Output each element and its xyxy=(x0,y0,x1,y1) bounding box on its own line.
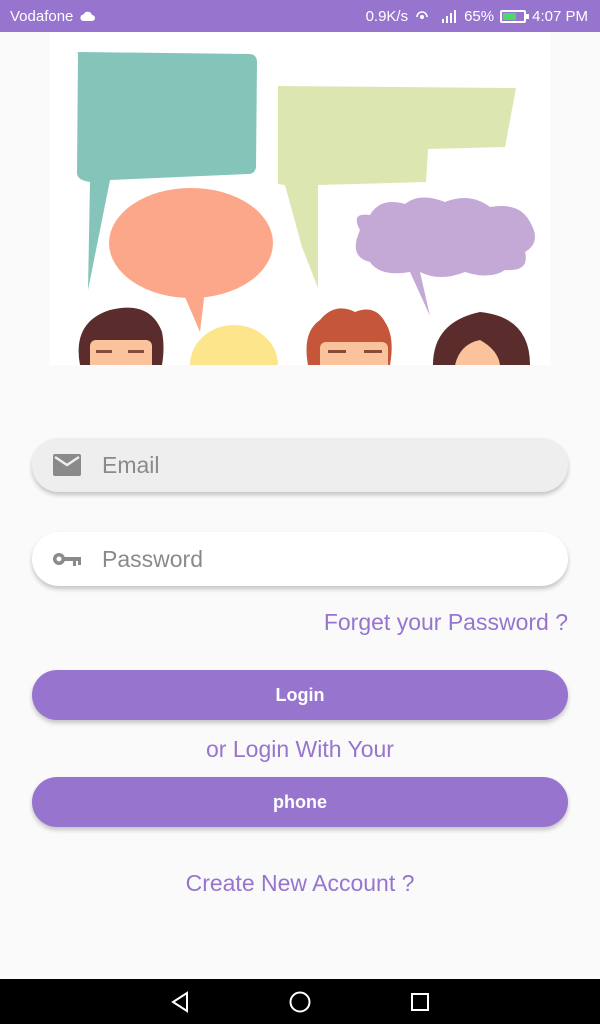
mail-icon xyxy=(32,454,102,476)
recents-icon[interactable] xyxy=(400,982,440,1022)
email-field[interactable]: Email xyxy=(32,438,568,492)
people-speech-bubbles-illustration xyxy=(76,52,535,365)
password-placeholder: Password xyxy=(102,545,203,572)
forgot-password-link[interactable]: Forget your Password ? xyxy=(324,609,568,636)
header-illustration xyxy=(50,32,550,365)
navigation-bar xyxy=(0,979,600,1024)
carrier-name: Vodafone xyxy=(10,7,74,25)
signal-icon xyxy=(442,10,457,23)
battery-percent: 65% xyxy=(464,7,495,25)
create-account-link[interactable]: Create New Account ? xyxy=(0,870,600,897)
or-login-text: or Login With Your xyxy=(206,736,394,762)
wifi-icon xyxy=(416,11,428,19)
login-button[interactable]: Login xyxy=(32,670,568,720)
battery-icon xyxy=(500,9,530,23)
status-left: Vodafone xyxy=(10,7,96,25)
status-bar: Vodafone 0.9K/s 65% 4:07 PM xyxy=(0,0,600,32)
phone-login-button[interactable]: phone xyxy=(32,777,568,827)
network-speed: 0.9K/s xyxy=(365,7,409,25)
cloud-icon xyxy=(80,11,96,21)
clock: 4:07 PM xyxy=(532,7,588,25)
key-icon xyxy=(32,551,102,567)
home-icon[interactable] xyxy=(280,982,320,1022)
email-placeholder: Email xyxy=(102,451,160,478)
password-field[interactable]: Password xyxy=(32,532,568,586)
back-icon[interactable] xyxy=(160,982,200,1022)
status-right: 0.9K/s 65% 4:07 PM xyxy=(366,8,588,25)
